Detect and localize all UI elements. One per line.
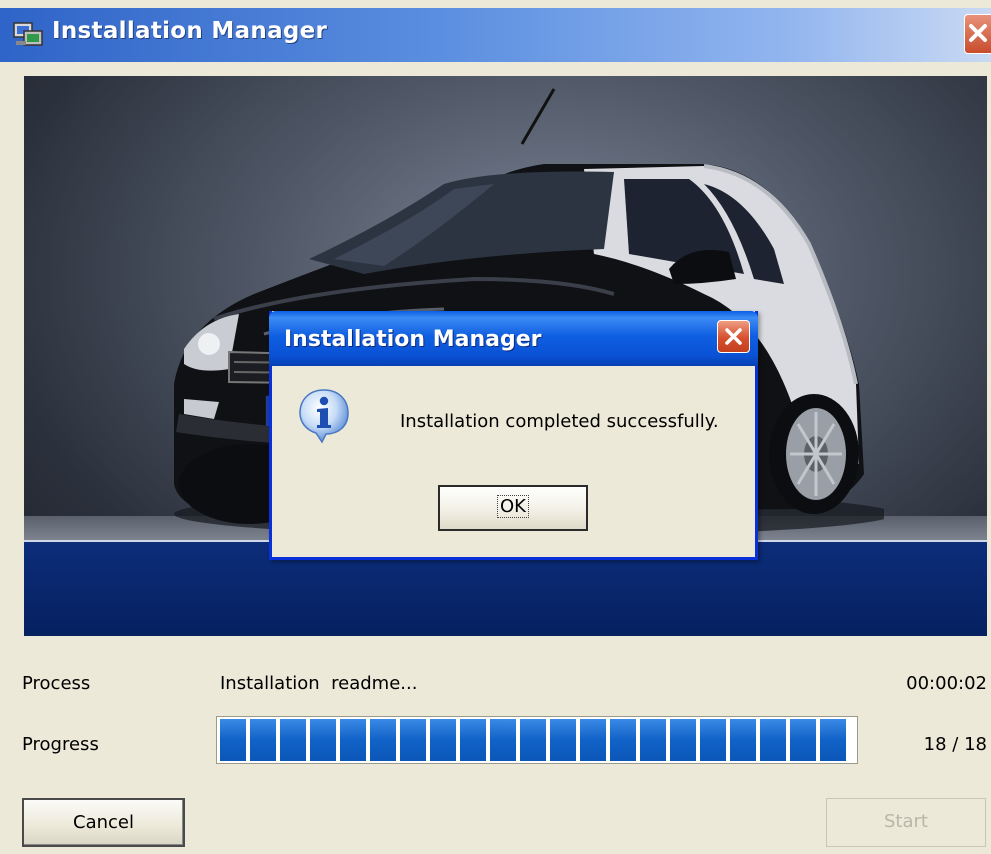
close-icon: [725, 328, 742, 345]
progress-block: [430, 719, 456, 761]
progress-block: [550, 719, 576, 761]
process-label: Process: [22, 673, 91, 694]
progress-block: [730, 719, 756, 761]
progress-block: [580, 719, 606, 761]
progress-block: [520, 719, 546, 761]
progress-block: [490, 719, 516, 761]
progress-block: [280, 719, 306, 761]
dialog-title: Installation Manager: [284, 327, 542, 352]
progress-block: [670, 719, 696, 761]
progress-block: [310, 719, 336, 761]
progress-bar: [216, 716, 858, 764]
close-icon: [969, 24, 987, 42]
progress-block: [340, 719, 366, 761]
progress-block: [700, 719, 726, 761]
dialog-close-button[interactable]: [717, 320, 750, 353]
progress-block: [460, 719, 486, 761]
installer-window: Installation Manager Process Installatio…: [0, 0, 991, 854]
window-close-button[interactable]: [964, 14, 991, 54]
progress-block: [250, 719, 276, 761]
window-titlebar[interactable]: Installation Manager: [0, 8, 991, 62]
progress-block: [760, 719, 786, 761]
progress-fill: [220, 719, 857, 761]
progress-block: [400, 719, 426, 761]
progress-block: [790, 719, 816, 761]
progress-block: [820, 719, 846, 761]
start-button[interactable]: Start: [826, 798, 986, 847]
progress-block: [640, 719, 666, 761]
window-title: Installation Manager: [52, 18, 328, 44]
dialog-titlebar[interactable]: Installation Manager: [269, 311, 758, 366]
dialog-message: Installation completed successfully.: [400, 411, 719, 432]
process-value: Installation readme...: [220, 673, 418, 694]
cancel-button[interactable]: Cancel: [22, 798, 185, 847]
app-icon: [13, 22, 43, 46]
progress-label: Progress: [22, 734, 99, 755]
elapsed-time: 00:00:02: [906, 673, 987, 694]
progress-count: 18 / 18: [923, 734, 987, 755]
progress-block: [370, 719, 396, 761]
message-dialog: Installation Manager Installation comple…: [269, 311, 758, 560]
ok-button-label: OK: [497, 495, 529, 518]
ok-button[interactable]: OK: [438, 485, 588, 531]
info-icon: [299, 389, 349, 444]
progress-block: [220, 719, 246, 761]
progress-block: [610, 719, 636, 761]
